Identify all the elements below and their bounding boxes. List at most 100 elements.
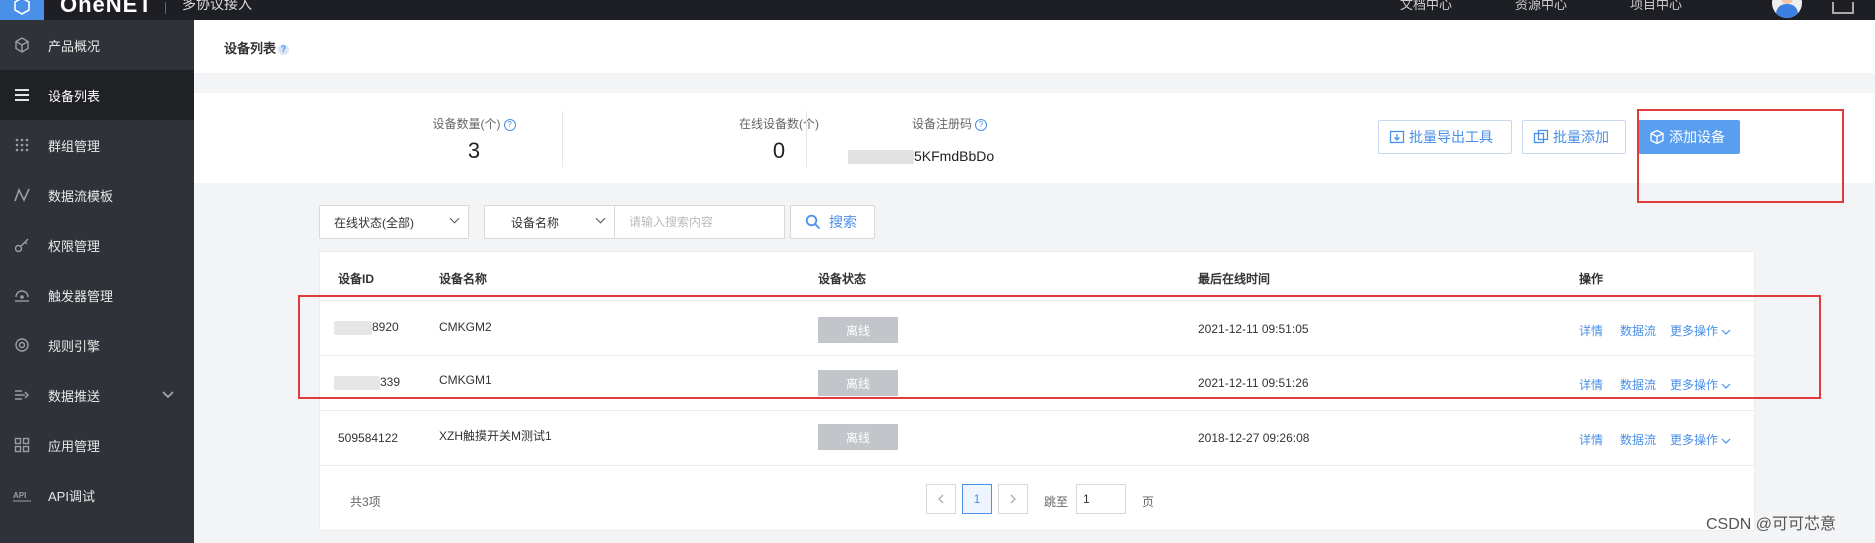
help-icon[interactable]: ? xyxy=(503,118,516,131)
sidebar-item-api-debug[interactable]: API API调试 xyxy=(0,470,194,520)
chevron-down-icon xyxy=(449,213,460,224)
sidebar-item-label: 数据推送 xyxy=(48,388,101,404)
export-tool-label: 批量导出工具 xyxy=(1409,129,1493,145)
watermark: CSDN @可可芯意 xyxy=(1706,516,1837,533)
field-filter-select[interactable]: 设备名称 xyxy=(484,205,615,239)
key-icon xyxy=(12,235,32,255)
sidebar-item-permissions[interactable]: 权限管理 xyxy=(0,220,194,270)
jump-page-input[interactable] xyxy=(1076,484,1126,514)
search-input[interactable] xyxy=(615,205,785,239)
status-filter-select[interactable]: 在线状态(全部) xyxy=(319,205,469,239)
sidebar-item-label: 产品概况 xyxy=(48,38,101,54)
search-button-label: 搜索 xyxy=(829,214,857,230)
chevron-left-icon xyxy=(938,494,944,504)
sidebar-item-label: 权限管理 xyxy=(48,238,101,254)
next-page-button[interactable] xyxy=(998,484,1028,514)
page-unit-label: 页 xyxy=(1142,495,1155,509)
sidebar-item-groups[interactable]: 群组管理 xyxy=(0,120,194,170)
column-header-id: 设备ID xyxy=(338,272,375,286)
highlight-box-add-device xyxy=(1637,109,1844,203)
device-id: 509584122 xyxy=(338,431,399,445)
more-actions-link[interactable]: 更多操作 xyxy=(1670,431,1731,448)
logo[interactable] xyxy=(0,0,44,20)
sidebar-item-devices[interactable]: 设备列表 xyxy=(0,70,194,120)
detail-link[interactable]: 详情 xyxy=(1579,431,1603,448)
sidebar-item-rule-engine[interactable]: 规则引擎 xyxy=(0,320,194,370)
sidebar-item-data-push[interactable]: 数据推送 xyxy=(0,370,194,420)
api-icon: API xyxy=(12,485,32,505)
trigger-icon xyxy=(12,285,32,305)
sidebar: 产品概况 设备列表 群组管理 数据流模板 权限管理 触发器管理 规则引擎 数据推… xyxy=(0,20,194,543)
top-link-resources[interactable]: 资源中心 xyxy=(1515,0,1567,13)
cube-icon xyxy=(12,35,32,55)
sidebar-item-label: 群组管理 xyxy=(48,138,101,154)
highlight-box-rows xyxy=(298,295,1821,399)
page-header: 设备列表? xyxy=(194,20,1875,73)
column-header-actions: 操作 xyxy=(1579,272,1604,286)
chevron-down-icon xyxy=(1721,433,1731,447)
field-filter-value: 设备名称 xyxy=(511,215,560,230)
top-link-projects[interactable]: 项目中心 xyxy=(1630,0,1682,13)
status-badge: 离线 xyxy=(818,424,898,450)
sidebar-item-datastream-templates[interactable]: 数据流模板 xyxy=(0,170,194,220)
chevron-down-icon xyxy=(595,213,606,224)
apps-icon xyxy=(12,435,32,455)
target-icon xyxy=(12,335,32,355)
brand-divider xyxy=(165,2,166,14)
last-online-time: 2018-12-27 09:26:08 xyxy=(1198,431,1310,445)
redacted-mask xyxy=(848,150,914,165)
batch-add-icon xyxy=(1533,129,1549,145)
sidebar-item-triggers[interactable]: 触发器管理 xyxy=(0,270,194,320)
grid-dots-icon xyxy=(12,135,32,155)
sidebar-item-apps[interactable]: 应用管理 xyxy=(0,420,194,470)
top-link-docs[interactable]: 文档中心 xyxy=(1400,0,1452,13)
datastream-link[interactable]: 数据流 xyxy=(1620,431,1656,448)
batch-add-button[interactable]: 批量添加 xyxy=(1522,120,1626,154)
help-icon[interactable]: ? xyxy=(975,118,988,131)
table-row: 509584122 XZH触摸开关M测试1 离线 2018-12-27 09:2… xyxy=(320,410,1754,466)
prev-page-button[interactable] xyxy=(926,484,956,514)
export-icon xyxy=(1389,129,1405,145)
sidebar-item-label: 应用管理 xyxy=(48,438,101,454)
help-icon[interactable]: ? xyxy=(278,44,290,56)
more-actions-label: 更多操作 xyxy=(1670,433,1719,447)
zigzag-icon xyxy=(12,185,32,205)
sidebar-item-label: 规则引擎 xyxy=(48,338,101,354)
search-button[interactable]: 搜索 xyxy=(790,205,875,239)
jump-label: 跳至 xyxy=(1044,495,1069,509)
stat-value: 3 xyxy=(467,138,481,163)
batch-add-label: 批量添加 xyxy=(1553,129,1609,145)
sidebar-item-label: API调试 xyxy=(48,488,95,504)
sidebar-item-label: 触发器管理 xyxy=(48,288,114,304)
stat-label: 设备数量(个) xyxy=(432,117,501,131)
list-icon xyxy=(12,85,32,105)
export-tool-button[interactable]: 批量导出工具 xyxy=(1378,120,1512,154)
chevron-down-icon[interactable] xyxy=(162,388,174,402)
stat-reg-code: 设备注册码? 5KFmdBbDo xyxy=(848,93,1108,183)
chevron-right-icon xyxy=(1010,494,1016,504)
sidebar-item-overview[interactable]: 产品概况 xyxy=(0,20,194,70)
column-header-status: 设备状态 xyxy=(818,272,867,286)
divider xyxy=(562,111,563,167)
brand-name: OneNET xyxy=(60,0,153,17)
page-title-text: 设备列表 xyxy=(224,41,277,56)
status-filter-value: 在线状态(全部) xyxy=(334,215,414,230)
device-name: XZH触摸开关M测试1 xyxy=(439,429,552,443)
sidebar-item-label: 数据流模板 xyxy=(48,188,114,204)
page-title: 设备列表? xyxy=(224,38,290,57)
column-header-last-online: 最后在线时间 xyxy=(1198,272,1271,286)
divider xyxy=(320,465,1754,466)
cube-logo-icon xyxy=(14,0,30,15)
brand-subtitle: 多协议接入 xyxy=(182,0,252,12)
reg-code-value: 5KFmdBbDo xyxy=(914,148,995,164)
menu-icon[interactable] xyxy=(1832,2,1854,14)
search-icon xyxy=(805,214,821,230)
push-icon xyxy=(12,385,32,405)
pager-total: 共3项 xyxy=(350,495,381,509)
page-button-1[interactable]: 1 xyxy=(962,484,992,514)
avatar[interactable] xyxy=(1772,0,1802,18)
stat-device-count: 设备数量(个)? 3 xyxy=(374,93,574,183)
stat-label: 设备注册码 xyxy=(912,117,973,131)
divider xyxy=(806,111,807,167)
top-bar: OneNET 多协议接入 文档中心 资源中心 项目中心 xyxy=(0,0,1875,20)
